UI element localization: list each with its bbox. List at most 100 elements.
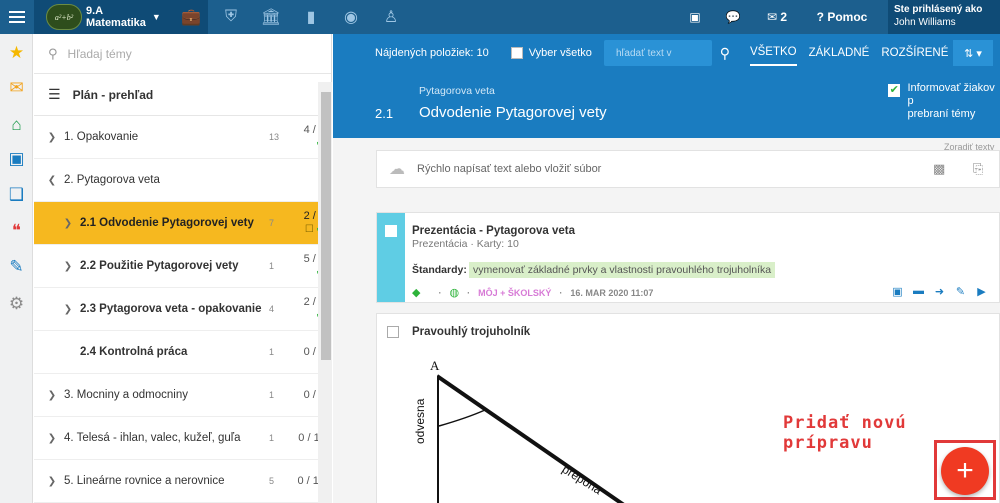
quick-compose-placeholder: Rýchlo napísať text alebo vložiť súbor: [417, 163, 602, 175]
image-icon[interactable]: ▩: [933, 161, 945, 177]
chevron-right-icon: ❯: [47, 389, 57, 401]
bar-chart-icon[interactable]: ▮: [294, 0, 328, 34]
cast-icon[interactable]: ▣: [887, 285, 908, 298]
owner-label: MÔJ + ŠKOLSKÝ: [478, 287, 552, 298]
hamburger-icon: [9, 11, 25, 23]
user-status: Ste prihlásený ako: [894, 4, 983, 15]
topic-label: 1. Opakovanie: [64, 131, 139, 143]
edit-icon[interactable]: ✎: [950, 285, 971, 298]
class-name: 9.A: [86, 5, 104, 17]
chevron-right-icon: ❯: [47, 475, 57, 487]
topic-count: 1: [269, 390, 275, 400]
card-title[interactable]: Pravouhlý trojuholník: [412, 326, 530, 338]
topic-count: 1: [269, 347, 275, 357]
topic-label: 2.2 Použitie Pytagorovej vety: [80, 260, 239, 272]
filter-basic[interactable]: ZÁKLADNÉ: [809, 41, 870, 65]
attachment-icon[interactable]: ⎘: [973, 161, 983, 177]
card-checkbox[interactable]: [385, 225, 397, 237]
menu-button[interactable]: [0, 0, 34, 34]
topic-item[interactable]: ❯ 2.3 Pytagorova veta - opakovanie 4 2 /…: [34, 288, 331, 331]
shield-icon[interactable]: ⛨: [214, 0, 248, 34]
discussion-icon[interactable]: ❝: [6, 220, 27, 241]
topic-item[interactable]: 2.4 Kontrolná práca 1 0 / 1: [34, 331, 331, 374]
breadcrumb[interactable]: Pytagorova veta: [419, 85, 495, 97]
chevron-right-icon: ❯: [47, 131, 57, 143]
class-thumbnail: a²+b²: [46, 4, 82, 30]
login-icon[interactable]: ➜: [929, 285, 950, 298]
content-search-input[interactable]: hľadať text v: [603, 40, 712, 66]
found-count: Nájdených položiek: 10: [375, 47, 489, 59]
select-all[interactable]: Vyber všetko: [510, 47, 592, 59]
chevron-down-icon: ❮: [47, 174, 57, 186]
card-checkbox[interactable]: [387, 326, 399, 338]
quick-compose[interactable]: ☁ Rýchlo napísať text alebo vložiť súbor…: [376, 150, 1000, 188]
cast-icon[interactable]: ▣: [684, 0, 706, 34]
help-icon: ?: [816, 10, 824, 24]
topic-count: 13: [269, 132, 280, 142]
chevron-right-icon: ❯: [63, 217, 73, 229]
material-card[interactable]: Prezentácia - Pytagorova veta Prezentáci…: [376, 212, 1000, 303]
open-book-icon[interactable]: ❑: [6, 184, 27, 205]
home-icon[interactable]: ⌂: [6, 114, 27, 135]
institution-icon[interactable]: 🏛: [254, 0, 288, 34]
star-icon[interactable]: ★: [6, 42, 27, 63]
panel-scroll-thumb[interactable]: [321, 92, 331, 360]
mail-icon[interactable]: ✉: [6, 77, 27, 98]
add-preparation-button[interactable]: +: [941, 447, 989, 495]
briefcase-icon[interactable]: 💼: [174, 0, 208, 34]
topic-header: Nájdených položiek: 10 Vyber všetko hľad…: [333, 34, 1000, 138]
messages-button[interactable]: ✉ 2: [760, 0, 794, 34]
badge-icon[interactable]: ◉: [334, 0, 368, 34]
help-label: Pomoc: [827, 10, 868, 24]
standards-text: vymenovať základné prvky a vlastnosti pr…: [469, 262, 776, 278]
sort-button[interactable]: ⇅ ▾: [953, 40, 993, 66]
topic-label: 5. Lineárne rovnice a nerovnice: [64, 475, 225, 487]
chat-icon[interactable]: 💬: [722, 0, 744, 34]
cloud-upload-icon: ☁: [389, 161, 405, 178]
topic-search[interactable]: ⚲ Hľadaj témy: [34, 34, 331, 74]
settings-icon[interactable]: ⚙: [6, 293, 27, 314]
inform-students[interactable]: ✔ Informovať žiakov p prebraní témy: [888, 82, 1000, 121]
hiking-icon[interactable]: ♙: [374, 0, 408, 34]
select-all-checkbox[interactable]: [510, 47, 523, 59]
search-icon: ⚲: [48, 45, 58, 61]
topic-count: 1: [269, 433, 275, 443]
filter-all[interactable]: VŠETKO: [749, 40, 797, 66]
folder-icon[interactable]: ▬: [908, 285, 929, 298]
pencil-icon[interactable]: ✎: [6, 256, 27, 277]
material-card[interactable]: Pravouhlý trojuholník A odvesna prepona: [376, 313, 1000, 503]
topic-item[interactable]: ❮ 2. Pytagorova veta: [34, 159, 331, 202]
topic-item[interactable]: ❯ 4. Telesá - ihlan, valec, kužeľ, guľa …: [34, 417, 331, 460]
inform-label-2: prebraní témy: [907, 108, 976, 120]
topic-label: 2.1 Odvodenie Pytagorovej vety: [80, 217, 254, 229]
chevron-right-icon: ❯: [63, 303, 73, 315]
triangle-figure: [437, 374, 625, 503]
content-toolbar: Nájdených položiek: 10 Vyber všetko hľad…: [333, 34, 1000, 72]
book-icon[interactable]: ▣: [6, 148, 27, 169]
topic-item[interactable]: ❯ 2.2 Použitie Pytagorovej vety 1 5 / 5✔: [34, 245, 331, 288]
play-icon[interactable]: ▶: [971, 285, 992, 298]
user-info[interactable]: Ste prihlásený ako John Williams: [888, 0, 1000, 34]
topic-item-active[interactable]: ❯ 2.1 Odvodenie Pytagorovej vety 7 2 / 2…: [34, 202, 331, 245]
topic-count: 7: [269, 218, 275, 228]
search-icon[interactable]: ⚲: [712, 40, 738, 66]
tag-icon[interactable]: ◆: [412, 286, 420, 299]
help-button[interactable]: ? Pomoc: [812, 0, 872, 34]
left-rail: ★ ✉ ⌂ ▣ ❑ ❝ ✎ ⚙: [0, 34, 33, 503]
class-subject: Matematika: [86, 17, 146, 29]
filter-extended[interactable]: ROZŠÍRENÉ: [881, 41, 948, 65]
topic-panel: ⚲ Hľadaj témy ☰ Plán - prehľad ❯ 1. Opak…: [34, 34, 332, 503]
globe-icon: ◍: [449, 287, 460, 299]
plan-overview[interactable]: ☰ Plán - prehľad: [34, 74, 331, 116]
topic-item[interactable]: ❯ 5. Lineárne rovnice a nerovnice 5 0 / …: [34, 460, 331, 503]
topic-number: 2.1: [375, 106, 394, 121]
topic-item[interactable]: ❯ 1. Opakovanie 13 4 / 4✔: [34, 116, 331, 159]
card-actions: ▣ ▬ ➜ ✎ ▶: [887, 285, 992, 298]
class-selector[interactable]: a²+b² 9.A Matematika ▼: [34, 0, 174, 34]
topic-item[interactable]: ❯ 3. Mocniny a odmocniny 1 0 / 2: [34, 374, 331, 417]
card-title[interactable]: Prezentácia - Pytagorova veta: [412, 225, 575, 237]
topic-search-placeholder: Hľadaj témy: [67, 46, 132, 61]
topic-count: 5: [269, 476, 275, 486]
checkbox-checked-icon[interactable]: ✔: [888, 84, 901, 97]
topic-count: 4: [269, 304, 275, 314]
